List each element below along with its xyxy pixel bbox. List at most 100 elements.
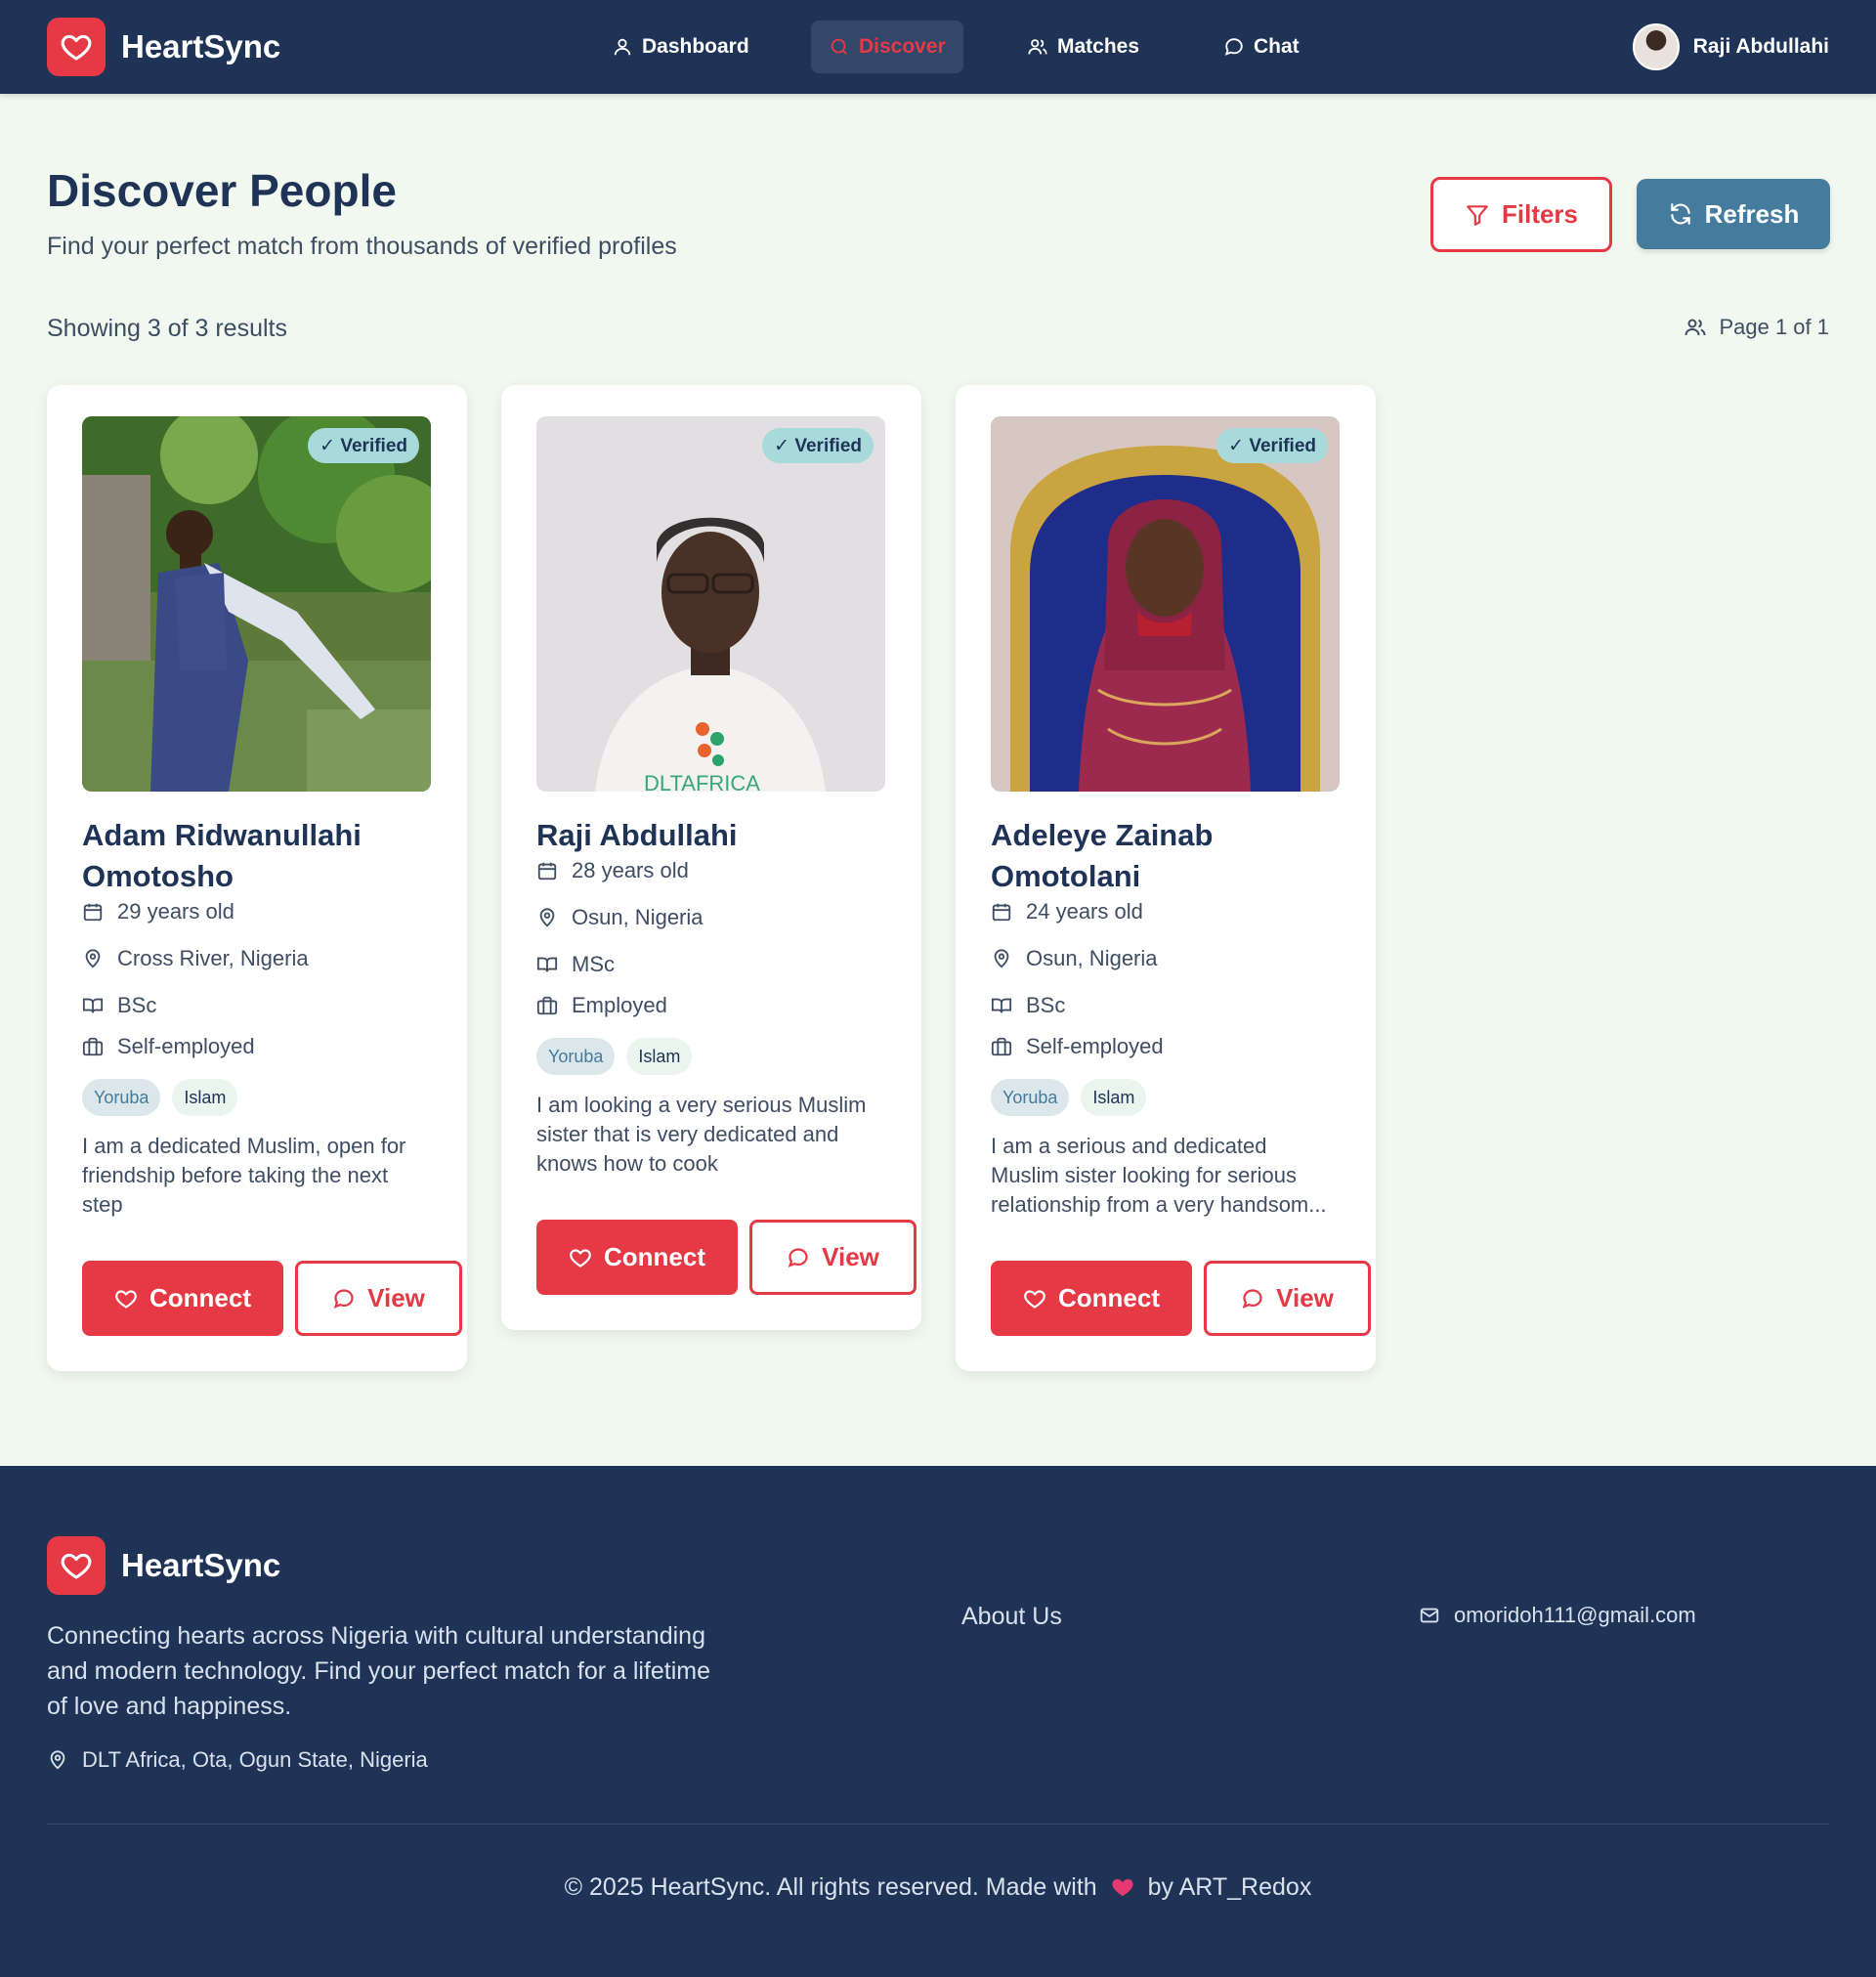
page-title: Discover People xyxy=(47,165,397,216)
chat-icon xyxy=(1224,38,1243,56)
ethnicity-tag: Yoruba xyxy=(991,1079,1070,1116)
main-nav: Dashboard Discover Matches Chat xyxy=(0,0,1876,94)
filters-label: Filters xyxy=(1501,199,1579,229)
profile-name[interactable]: Raji Abdullahi xyxy=(536,815,898,856)
user-icon xyxy=(614,38,631,56)
book-icon xyxy=(82,998,104,1013)
page-indicator: Page 1 of 1 xyxy=(1684,315,1829,340)
profile-age: 24 years old xyxy=(991,899,1143,924)
religion-tag: Islam xyxy=(172,1079,238,1116)
map-pin-icon xyxy=(994,949,1009,968)
profile-age: 29 years old xyxy=(82,899,234,924)
profile-bio: I am looking a very serious Muslim siste… xyxy=(536,1093,867,1176)
view-button[interactable]: View xyxy=(295,1261,462,1336)
calendar-icon xyxy=(537,862,557,881)
mail-icon xyxy=(1420,1608,1439,1623)
profile-location: Osun, Nigeria xyxy=(991,946,1158,971)
chat-icon xyxy=(1242,1288,1262,1309)
book-icon xyxy=(536,957,558,972)
profile-education: BSc xyxy=(82,993,156,1018)
search-icon xyxy=(831,38,847,55)
filters-button[interactable]: Filters xyxy=(1430,177,1612,252)
nav-dashboard-label: Dashboard xyxy=(642,35,749,58)
ethnicity-tag: Yoruba xyxy=(82,1079,161,1116)
footer-description: Connecting hearts across Nigeria with cu… xyxy=(47,1622,711,1720)
filter-icon xyxy=(1467,204,1488,226)
nav-chat[interactable]: Chat xyxy=(1206,21,1317,73)
calendar-icon xyxy=(83,903,103,922)
user-menu[interactable]: Raji Abdullahi xyxy=(1632,23,1829,70)
refresh-icon xyxy=(1670,203,1690,225)
map-pin-icon xyxy=(50,1750,65,1770)
profile-name[interactable]: Adam Ridwanullahi Omotosho xyxy=(82,815,444,897)
footer-location: DLT Africa, Ota, Ogun State, Nigeria xyxy=(47,1747,428,1773)
page-subtitle: Find your perfect match from thousands o… xyxy=(47,233,677,260)
copyright: © 2025 HeartSync. All rights reserved. M… xyxy=(564,1872,1312,1901)
verified-badge: ✓ Verified xyxy=(762,428,874,463)
nav-chat-label: Chat xyxy=(1254,35,1300,58)
heart-icon xyxy=(115,1289,137,1309)
connect-button[interactable]: Connect xyxy=(82,1261,283,1336)
profile-location: Cross River, Nigeria xyxy=(82,946,309,971)
connect-button[interactable]: Connect xyxy=(536,1220,738,1295)
page-indicator-text: Page 1 of 1 xyxy=(1719,315,1829,339)
profile-education: MSc xyxy=(536,952,615,977)
view-button[interactable]: View xyxy=(749,1220,917,1295)
heart-logo-icon xyxy=(47,1536,106,1595)
footer-email[interactable]: omoridoh111@gmail.com xyxy=(1419,1603,1696,1628)
footer: HeartSync Connecting hearts across Niger… xyxy=(0,1466,1876,1977)
profile-tags: Yoruba Islam xyxy=(536,1038,693,1075)
verified-badge: ✓ Verified xyxy=(1216,428,1328,463)
profile-occupation: Self-employed xyxy=(991,1034,1164,1059)
verified-badge: ✓ Verified xyxy=(308,428,419,463)
users-icon xyxy=(1028,39,1047,55)
profile-location: Osun, Nigeria xyxy=(536,905,704,930)
nav-matches[interactable]: Matches xyxy=(1009,21,1157,73)
about-us-link[interactable]: About Us xyxy=(961,1603,1062,1631)
avatar[interactable] xyxy=(1632,23,1680,70)
top-navbar: HeartSync Dashboard Discover Matches Cha… xyxy=(0,0,1876,94)
briefcase-icon xyxy=(991,1037,1012,1056)
book-icon xyxy=(991,998,1012,1013)
profile-photo[interactable]: ✓ Verified xyxy=(82,416,431,792)
chat-icon xyxy=(333,1288,354,1309)
users-icon xyxy=(1684,319,1706,336)
religion-tag: Islam xyxy=(1081,1079,1147,1116)
connect-button[interactable]: Connect xyxy=(991,1261,1192,1336)
footer-divider xyxy=(47,1824,1829,1825)
nav-matches-label: Matches xyxy=(1057,35,1140,58)
profile-name[interactable]: Adeleye Zainab Omotolani xyxy=(991,815,1352,897)
view-button[interactable]: View xyxy=(1204,1261,1371,1336)
profile-card: ✓ Verified Adam Ridwanullahi Omotosho 29… xyxy=(47,385,467,1371)
heart-icon xyxy=(1112,1879,1133,1897)
footer-brand-name: HeartSync xyxy=(121,1547,281,1583)
nav-dashboard[interactable]: Dashboard xyxy=(594,21,767,73)
chat-icon xyxy=(788,1247,808,1268)
shirt-print: DLTAFRICA xyxy=(644,771,760,792)
nav-discover[interactable]: Discover xyxy=(811,21,963,73)
map-pin-icon xyxy=(85,949,101,968)
profile-occupation: Employed xyxy=(536,993,667,1018)
briefcase-icon xyxy=(536,996,558,1015)
results-count: Showing 3 of 3 results xyxy=(47,315,287,342)
refresh-label: Refresh xyxy=(1704,198,1800,229)
profile-photo[interactable]: ✓ Verified xyxy=(991,416,1340,792)
refresh-button[interactable]: Refresh xyxy=(1637,179,1830,249)
ethnicity-tag: Yoruba xyxy=(536,1038,616,1075)
map-pin-icon xyxy=(539,908,555,927)
profile-card: DLTAFRICA ✓ Verified Raji Abdullahi 28 y… xyxy=(501,385,921,1330)
religion-tag: Islam xyxy=(626,1038,693,1075)
heart-icon xyxy=(570,1248,591,1268)
profile-age: 28 years old xyxy=(536,858,689,883)
profile-tags: Yoruba Islam xyxy=(82,1079,238,1116)
profile-card: ✓ Verified Adeleye Zainab Omotolani 24 y… xyxy=(956,385,1376,1371)
footer-brand[interactable]: HeartSync xyxy=(47,1536,280,1595)
profile-education: BSc xyxy=(991,993,1065,1018)
profile-bio: I am a serious and dedicated Muslim sist… xyxy=(991,1134,1327,1217)
user-name: Raji Abdullahi xyxy=(1692,35,1829,58)
nav-discover-label: Discover xyxy=(859,35,946,58)
profile-photo[interactable]: DLTAFRICA ✓ Verified xyxy=(536,416,885,792)
heart-icon xyxy=(1024,1289,1045,1309)
profile-occupation: Self-employed xyxy=(82,1034,255,1059)
calendar-icon xyxy=(992,903,1011,922)
